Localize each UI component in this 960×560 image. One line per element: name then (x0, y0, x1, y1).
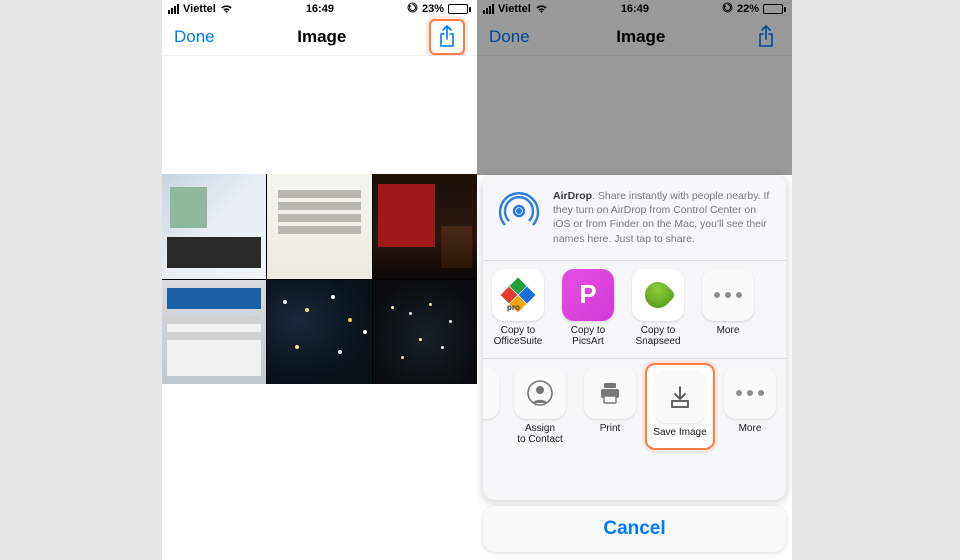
rotation-lock-icon (407, 2, 418, 16)
wifi-icon (220, 4, 233, 14)
carrier-label: Viettel (183, 3, 216, 15)
officesuite-icon: pro (492, 269, 544, 321)
phone-left: Viettel 16:49 23% Done Image (162, 0, 477, 560)
share-actions-more[interactable]: More (715, 367, 785, 446)
airdrop-section[interactable]: AirDrop. Share instantly with people nea… (483, 175, 786, 261)
share-app-snapseed[interactable]: Copy toSnapseed (623, 269, 693, 348)
status-time: 16:49 (306, 3, 334, 15)
nav-bar: Done Image (162, 18, 477, 56)
share-action-partial[interactable]: es (483, 367, 505, 446)
share-apps-more[interactable]: More (693, 269, 763, 348)
battery-icon (448, 4, 471, 14)
photo-thumbnail[interactable] (267, 174, 371, 279)
share-actions-row[interactable]: es Assignto Contact Print (483, 359, 786, 456)
battery-percent: 23% (422, 3, 444, 15)
tutorial-highlight-save: Save Image (645, 363, 715, 450)
share-icon (437, 25, 457, 49)
action-icon-partial (483, 367, 499, 419)
airdrop-icon (497, 189, 541, 233)
phone-right: Viettel 16:49 22% Done Image (477, 0, 792, 560)
save-image-icon[interactable] (654, 371, 706, 423)
phone-pair: Viettel 16:49 23% Done Image (162, 0, 792, 560)
more-icon (702, 269, 754, 321)
photo-thumbnail[interactable] (373, 174, 477, 279)
tutorial-highlight-share (429, 19, 465, 55)
photo-thumbnail[interactable] (373, 280, 477, 385)
done-button[interactable]: Done (174, 27, 215, 47)
status-bar: Viettel 16:49 23% (162, 0, 477, 18)
contact-icon (514, 367, 566, 419)
snapseed-icon (632, 269, 684, 321)
share-sheet: AirDrop. Share instantly with people nea… (483, 175, 786, 500)
cancel-button[interactable]: Cancel (483, 506, 786, 552)
save-image-label[interactable]: Save Image (653, 427, 706, 439)
signal-bars-icon (168, 4, 179, 14)
more-icon (724, 367, 776, 419)
tutorial-canvas: Viettel 16:49 23% Done Image (0, 0, 960, 560)
image-viewer[interactable] (162, 56, 477, 560)
share-button[interactable] (433, 23, 461, 51)
share-action-assign-contact[interactable]: Assignto Contact (505, 367, 575, 446)
picsart-icon: P (562, 269, 614, 321)
nav-title: Image (297, 27, 346, 47)
photo-thumbnail[interactable] (162, 280, 266, 385)
photo-thumbnail[interactable] (162, 174, 266, 279)
photo-thumbnail[interactable] (267, 280, 371, 385)
share-app-picsart[interactable]: P Copy toPicsArt (553, 269, 623, 348)
modal-backdrop[interactable] (477, 0, 792, 175)
airdrop-description: AirDrop. Share instantly with people nea… (553, 189, 772, 246)
photo-grid (162, 174, 477, 384)
share-apps-row[interactable]: pro Copy toOfficeSuite P Copy toPicsArt … (483, 261, 786, 359)
print-icon (584, 367, 636, 419)
share-app-officesuite[interactable]: pro Copy toOfficeSuite (483, 269, 553, 348)
share-action-print[interactable]: Print (575, 367, 645, 446)
